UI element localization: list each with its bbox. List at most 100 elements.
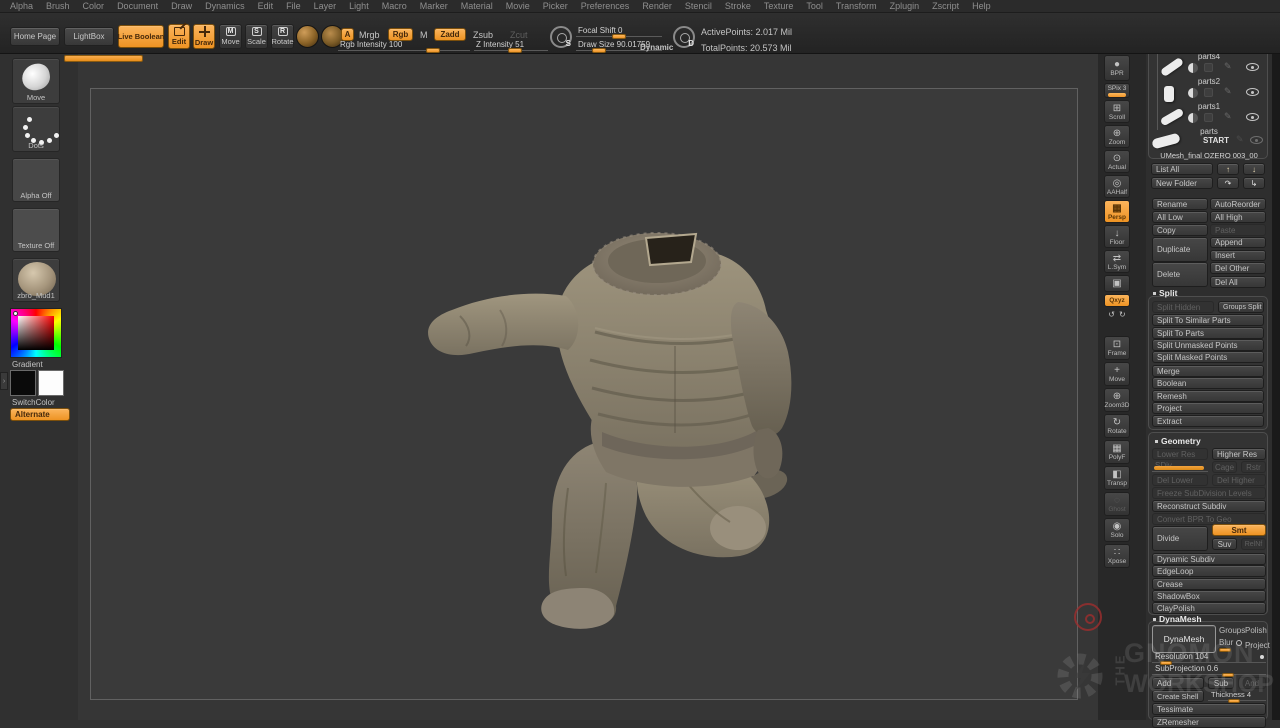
higher-res-button[interactable]: Higher Res [1212,448,1266,460]
subtool-row-label[interactable]: parts2 [1152,77,1266,86]
secondary-color-swatch[interactable] [38,370,64,396]
lightbox-button[interactable]: LightBox [64,27,114,46]
menu-item[interactable]: Draw [171,1,192,11]
add-mode-button[interactable]: Add [1152,677,1204,689]
points-d-icon[interactable]: D [673,26,695,48]
menu-item[interactable]: Zscript [932,1,959,11]
lightbox-progress-bar[interactable] [64,55,143,62]
split-section-header[interactable]: Split [1153,288,1177,298]
append-button[interactable]: Append [1210,237,1266,248]
move-out-folder-button[interactable]: ↳ [1243,177,1265,189]
dynamesh-section-header[interactable]: DynaMesh [1153,614,1202,624]
suv-toggle[interactable]: Suv [1212,538,1237,550]
edit-button[interactable]: Edit [168,24,190,49]
menu-item[interactable]: Material [461,1,493,11]
delete-button[interactable]: Delete [1152,262,1208,287]
move-up-button[interactable]: ↑ [1217,163,1239,175]
all-low-button[interactable]: All Low [1152,211,1208,223]
menu-item[interactable]: Brush [46,1,70,11]
menu-item[interactable]: Texture [764,1,794,11]
floor-button[interactable]: ↓Floor [1104,225,1130,248]
rotate-cw-icon[interactable]: ↻ [1119,309,1126,320]
polyf-button[interactable]: ▦PolyF [1104,440,1130,464]
menu-item[interactable]: Color [83,1,105,11]
sub-mode-button[interactable]: Sub [1208,677,1234,689]
live-boolean-button[interactable]: Live Boolean [118,25,164,48]
reconstruct-subdiv-button[interactable]: Reconstruct Subdiv [1152,500,1266,512]
rename-button[interactable]: Rename [1152,198,1208,210]
subtool-shader-icon[interactable] [1188,113,1198,123]
subprojection-slider[interactable]: SubProjection 0.6 [1152,664,1266,675]
draw-button[interactable]: Draw [193,24,215,49]
dynamesh-button[interactable]: DynaMesh [1152,625,1216,653]
del-all-button[interactable]: Del All [1210,276,1266,288]
xpose-button[interactable]: ∷Xpose [1104,544,1130,568]
stroke-tile[interactable]: Dots [12,106,60,152]
rotate-button[interactable]: RRotate [271,24,294,49]
crease-button[interactable]: Crease [1152,578,1266,590]
split-similar-button[interactable]: Split To Similar Parts [1152,314,1264,326]
transp-button[interactable]: ◧Transp [1104,466,1130,490]
menu-item[interactable]: Stroke [725,1,751,11]
tray-divider-handle[interactable]: › [0,372,8,390]
symmetry-rotate-icons[interactable]: ↺↻ [1104,308,1130,321]
focal-shift-slider[interactable]: Focal Shift 0 [576,26,662,37]
nav-rotate-button[interactable]: ↻Rotate [1104,414,1130,438]
claypolish-button[interactable]: ClayPolish [1152,602,1266,614]
m-label[interactable]: M [420,30,428,40]
split-to-parts-button[interactable]: Split To Parts [1152,327,1264,339]
subtool-edit-icon[interactable]: ✎ [1236,134,1244,145]
frame-button[interactable]: ⊡Frame [1104,336,1130,360]
subtool-shader-icon[interactable] [1188,88,1198,98]
move-to-folder-button[interactable]: ↷ [1217,177,1239,189]
home-page-button[interactable]: Home Page [10,27,60,46]
zremesher-button[interactable]: ZRemesher [1152,716,1266,728]
color-picker[interactable] [10,308,62,358]
dynamic-label[interactable]: Dynamic [640,43,673,52]
alternate-button[interactable]: Alternate [10,408,70,421]
actual-button[interactable]: ⊙Actual [1104,150,1130,173]
z-intensity-slider[interactable]: Z Intensity 51 [474,40,548,51]
color-saturation-square[interactable] [18,316,54,350]
rgb-intensity-handle[interactable] [426,48,440,53]
project-toggle[interactable]: Project [1245,641,1270,650]
blur-radio-icon[interactable] [1236,640,1242,646]
texture-tile[interactable]: Texture Off [12,208,60,252]
subtool-visibility-icon[interactable] [1250,136,1263,144]
material-sphere-icon[interactable] [296,25,319,48]
bpr-button[interactable]: ●BPR [1104,55,1130,81]
zsub-label[interactable]: Zsub [473,30,493,40]
autoreorder-button[interactable]: AutoReorder [1210,198,1266,210]
subtool-edit-icon[interactable]: ✎ [1224,86,1232,97]
boolean-button[interactable]: Boolean [1152,377,1264,389]
duplicate-button[interactable]: Duplicate [1152,237,1208,262]
menu-item[interactable]: Tool [806,1,823,11]
insert-button[interactable]: Insert [1210,250,1266,261]
resolution-slider[interactable]: Resolution 104 [1152,652,1266,663]
nav-move-button[interactable]: +Move [1104,362,1130,386]
shadowbox-button[interactable]: ShadowBox [1152,590,1266,602]
subtool-option-icon[interactable] [1204,88,1213,97]
subtool-thumbnail[interactable] [1164,86,1174,102]
menu-item[interactable]: Transform [836,1,877,11]
list-all-button[interactable]: List All [1151,163,1213,175]
z-intensity-handle[interactable] [508,48,522,53]
subtool-option-icon[interactable] [1204,113,1213,122]
remesh-button[interactable]: Remesh [1152,390,1264,402]
create-shell-button[interactable]: Create Shell [1152,690,1204,702]
copy-button[interactable]: Copy [1152,224,1208,236]
zoom3d-button[interactable]: ⊕Zoom3D [1104,388,1130,412]
subtool-edit-icon[interactable]: ✎ [1224,61,1232,72]
focal-shift-handle[interactable] [612,34,626,39]
tessimate-button[interactable]: Tessimate [1152,703,1266,715]
menu-item[interactable]: Dynamics [205,1,245,11]
divide-button[interactable]: Divide [1152,526,1208,551]
material-tile[interactable]: zbro_Mud1 [12,258,60,302]
rotate-ccw-icon[interactable]: ↺ [1108,309,1115,320]
menu-item[interactable]: Layer [314,1,337,11]
subtool-visibility-icon[interactable] [1246,113,1259,121]
panel-scroll-strip[interactable] [1272,0,1280,720]
draw-size-s-icon[interactable]: S [550,26,572,48]
move-down-button[interactable]: ↓ [1243,163,1265,175]
rgb-intensity-slider[interactable]: Rgb Intensity 100 [338,40,470,51]
